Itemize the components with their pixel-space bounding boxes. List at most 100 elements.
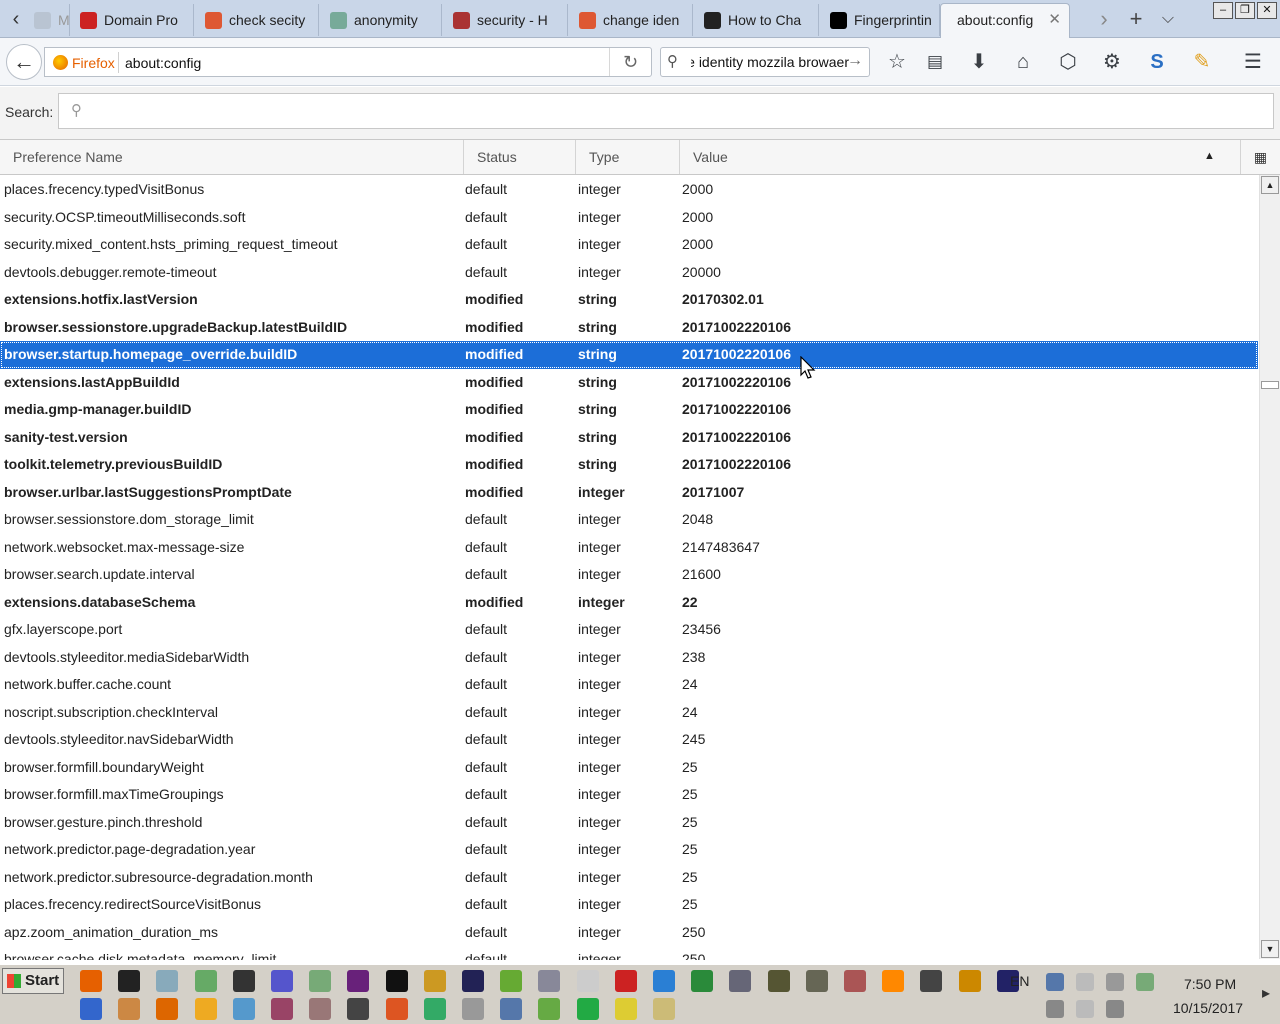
taskbar-app-icon[interactable] [80, 998, 102, 1020]
taskbar-app-icon[interactable] [653, 970, 675, 992]
table-row[interactable]: security.OCSP.timeoutMilliseconds.soft de… [0, 204, 1258, 232]
minimize-button[interactable]: – [1213, 2, 1233, 19]
taskbar-app-icon[interactable] [156, 998, 179, 1020]
table-row[interactable]: browser.urlbar.lastSuggestionsPromptDate… [0, 479, 1258, 507]
taskbar-app-icon[interactable] [538, 998, 561, 1020]
table-row[interactable]: browser.gesture.pinch.threshold default in… [0, 809, 1258, 837]
table-row-selected[interactable]: browser.startup.homepage_override.buildI… [0, 341, 1258, 369]
taskbar-app-icon[interactable] [729, 970, 752, 992]
table-row[interactable]: security.mixed_content.hsts_priming_requ… [0, 231, 1258, 259]
table-row[interactable]: gfx.layerscope.port default integer 23456 [0, 616, 1258, 644]
table-row[interactable]: sanity-test.version modified string 2017100… [0, 424, 1258, 452]
column-header-value[interactable]: Value [680, 140, 1240, 174]
table-row[interactable]: network.predictor.subresource-degradatio… [0, 864, 1258, 892]
tab-0[interactable]: My [24, 4, 70, 36]
taskbar-app-icon[interactable] [423, 970, 446, 992]
taskbar-app-icon[interactable] [309, 998, 332, 1020]
bookmark-star-icon[interactable]: ☆ [884, 50, 910, 74]
taskbar-app-icon[interactable] [500, 998, 523, 1020]
tray-icon[interactable] [1046, 973, 1064, 991]
tab-6[interactable]: How to Cha [694, 4, 819, 36]
table-row[interactable]: noscript.subscription.checkInterval defau… [0, 699, 1258, 727]
vertical-scrollbar[interactable]: ▲ ▼ [1259, 175, 1280, 959]
all-tabs-chevron-down-icon[interactable]: ⌵ [1154, 6, 1182, 32]
tray-icon[interactable] [1106, 1000, 1124, 1018]
clock-date[interactable]: 10/15/2017 [1173, 1000, 1243, 1016]
url-bar[interactable]: Firefox about:config ↻ [44, 47, 652, 77]
table-row[interactable]: network.buffer.cache.count default integer… [0, 671, 1258, 699]
tab-4[interactable]: security - H [443, 4, 568, 36]
table-row[interactable]: toolkit.telemetry.previousBuildID modifie… [0, 451, 1258, 479]
scroll-up-arrow-icon[interactable]: ▲ [1261, 176, 1279, 194]
table-row[interactable]: browser.sessionstore.upgradeBackup.lates… [0, 314, 1258, 342]
taskbar-app-icon[interactable] [538, 970, 561, 992]
new-tab-button[interactable]: + [1122, 6, 1150, 32]
taskbar-app-icon[interactable] [232, 970, 255, 992]
table-row[interactable]: devtools.styleeditor.mediaSidebarWidth de… [0, 644, 1258, 672]
language-indicator[interactable]: EN [1010, 973, 1029, 989]
taskbar-app-icon[interactable] [232, 998, 255, 1020]
taskbar-app-icon[interactable] [271, 970, 293, 992]
scrollbar-thumb[interactable] [1261, 381, 1279, 389]
taskbar-app-icon[interactable] [118, 970, 141, 992]
taskbar-app-icon[interactable] [844, 970, 866, 992]
tab-scroll-right-button[interactable]: › [1090, 6, 1118, 32]
close-window-button[interactable]: ✕ [1257, 2, 1277, 19]
downloads-icon[interactable]: ⬇ [966, 50, 992, 74]
tray-icon[interactable] [1046, 1000, 1064, 1018]
taskbar-app-icon[interactable] [958, 970, 981, 992]
table-row[interactable]: places.frecency.typedVisitBonus default in… [0, 176, 1258, 204]
taskbar-app-icon[interactable] [423, 998, 446, 1020]
table-row[interactable]: devtools.styleeditor.navSidebarWidth defa… [0, 726, 1258, 754]
taskbar-app-icon[interactable] [118, 998, 141, 1020]
tab-active[interactable]: about:config ✕ [940, 3, 1070, 38]
show-desktop-icon[interactable]: ▸ [1262, 983, 1270, 1003]
restore-button[interactable]: ❐ [1235, 2, 1255, 19]
table-row[interactable]: apz.zoom_animation_duration_ms default int… [0, 919, 1258, 947]
table-row[interactable]: places.frecency.redirectSourceVisitBonus… [0, 891, 1258, 919]
tab-3[interactable]: anonymity [320, 4, 442, 36]
taskbar-app-icon[interactable] [347, 998, 370, 1020]
web-search-bar[interactable]: ⚲ change identity mozzila browaer → [660, 47, 870, 77]
extension-gear-icon[interactable]: ⚙ [1099, 50, 1125, 74]
tab-7[interactable]: Fingerprintin [820, 4, 940, 36]
back-button[interactable]: ← [6, 44, 42, 80]
table-row[interactable]: network.predictor.page-degradation.year d… [0, 836, 1258, 864]
table-row[interactable]: extensions.databaseSchema modified integer… [0, 589, 1258, 617]
taskbar-app-icon[interactable] [156, 970, 179, 992]
url-input[interactable]: about:config [125, 53, 201, 73]
search-go-icon[interactable]: → [847, 52, 863, 70]
taskbar-app-icon[interactable] [462, 970, 484, 992]
bookmarks-menu-icon[interactable]: ▤ [922, 50, 948, 74]
taskbar-app-icon[interactable] [385, 998, 408, 1020]
tray-icon[interactable] [1136, 973, 1154, 991]
column-header-type[interactable]: Type [576, 140, 680, 174]
scroll-down-arrow-icon[interactable]: ▼ [1261, 940, 1279, 958]
clock-time[interactable]: 7:50 PM [1184, 976, 1236, 992]
table-row[interactable]: browser.formfill.boundaryWeight default in… [0, 754, 1258, 782]
taskbar-app-icon[interactable] [80, 970, 102, 992]
tab-2[interactable]: check secity [195, 4, 319, 36]
pocket-icon[interactable]: ⬡ [1055, 50, 1081, 74]
tab-5[interactable]: change iden [569, 4, 693, 36]
taskbar-app-icon[interactable] [805, 970, 828, 992]
column-header-preference-name[interactable]: Preference Name [0, 140, 464, 174]
taskbar-app-icon[interactable] [576, 970, 599, 992]
table-row[interactable]: extensions.lastAppBuildId modified string 2… [0, 369, 1258, 397]
web-search-input[interactable]: change identity mozzila browaer [691, 54, 849, 70]
taskbar-app-icon[interactable] [653, 998, 675, 1020]
hamburger-menu-icon[interactable]: ☰ [1240, 50, 1266, 74]
taskbar-app-icon[interactable] [614, 998, 637, 1020]
reload-icon[interactable]: ↻ [609, 48, 651, 76]
taskbar-app-icon[interactable] [691, 970, 714, 992]
extension-s-icon[interactable]: S [1144, 50, 1170, 74]
tray-icon[interactable] [1076, 1000, 1094, 1018]
taskbar-app-icon[interactable] [194, 998, 217, 1020]
table-row[interactable]: devtools.debugger.remote-timeout default i… [0, 259, 1258, 287]
taskbar-app-icon[interactable] [271, 998, 293, 1020]
column-header-status[interactable]: Status [464, 140, 576, 174]
config-search-input[interactable]: ⚲ [58, 93, 1274, 129]
tray-icon[interactable] [1106, 973, 1124, 991]
tray-icon[interactable] [1076, 973, 1094, 991]
table-row[interactable]: browser.formfill.maxTimeGroupings default… [0, 781, 1258, 809]
